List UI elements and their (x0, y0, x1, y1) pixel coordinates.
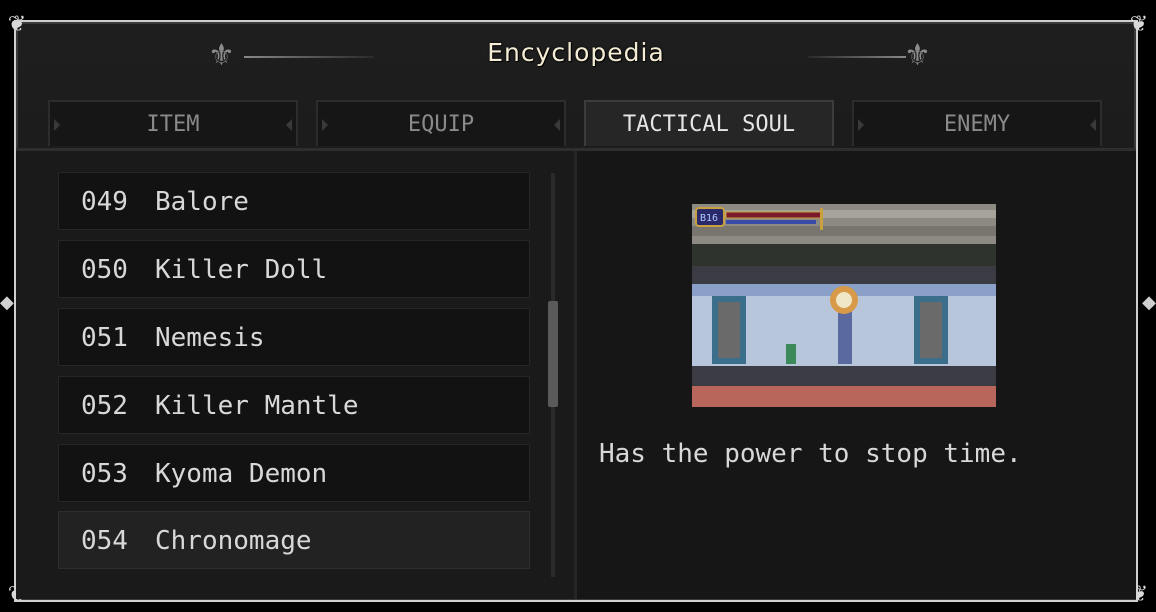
entry-number: 053 (81, 459, 128, 489)
entry-number: 052 (81, 391, 128, 421)
tab-item[interactable]: ITEM (48, 100, 298, 146)
list-item[interactable]: 049 Balore (58, 172, 530, 230)
scrollbar-thumb[interactable] (548, 301, 558, 407)
tab-tick-icon (54, 119, 60, 131)
list-item-selected[interactable]: 054 Chronomage (58, 511, 530, 569)
gameplay-preview: B16 (692, 204, 996, 407)
entry-name: Kyoma Demon (155, 459, 328, 489)
tab-label: EQUIP (407, 112, 475, 137)
title-bar: ⚜ Encyclopedia ⚜ (16, 24, 1136, 90)
entry-number: 054 (81, 526, 128, 556)
tab-label: ITEM (146, 112, 200, 137)
entry-name: Killer Mantle (155, 391, 359, 421)
hud-level: B16 (700, 213, 718, 224)
tab-equip[interactable]: EQUIP (316, 100, 566, 146)
tab-tactical-soul[interactable]: TACTICAL SOUL (584, 100, 834, 146)
category-tabs: ITEM EQUIP TACTICAL SOUL ENEMY (48, 100, 1108, 148)
list-item[interactable]: 051 Nemesis (58, 308, 530, 366)
entry-name: Chronomage (155, 526, 312, 556)
entry-number: 051 (81, 323, 128, 353)
soul-description: Has the power to stop time. (599, 439, 1022, 469)
tab-label: TACTICAL SOUL (622, 112, 796, 137)
soul-preview-image: B16 (692, 204, 996, 407)
side-ornament-icon: ◆ (0, 292, 14, 313)
list-item[interactable]: 050 Killer Doll (58, 240, 530, 298)
entry-number: 050 (81, 255, 128, 285)
detail-pane: B16 Has the power to stop time. (577, 151, 1136, 599)
tab-label: ENEMY (943, 112, 1011, 137)
page-title: Encyclopedia (487, 38, 665, 67)
fleur-de-lis-icon: ⚜ (904, 38, 931, 73)
list-item[interactable]: 053 Kyoma Demon (58, 444, 530, 502)
entry-name: Killer Doll (155, 255, 328, 285)
entry-name: Nemesis (155, 323, 265, 353)
entry-number: 049 (81, 187, 128, 217)
soul-list: 049 Balore 050 Killer Doll 051 Nemesis 0… (16, 151, 574, 599)
tab-tick-icon (554, 119, 560, 131)
tab-tick-icon (286, 119, 292, 131)
tab-tick-icon (858, 119, 864, 131)
title-rule (808, 56, 906, 58)
tab-enemy[interactable]: ENEMY (852, 100, 1102, 146)
tab-tick-icon (322, 119, 328, 131)
list-item[interactable]: 052 Killer Mantle (58, 376, 530, 434)
entry-name: Balore (155, 187, 249, 217)
side-ornament-icon: ◆ (1142, 292, 1156, 313)
tab-tick-icon (1090, 119, 1096, 131)
